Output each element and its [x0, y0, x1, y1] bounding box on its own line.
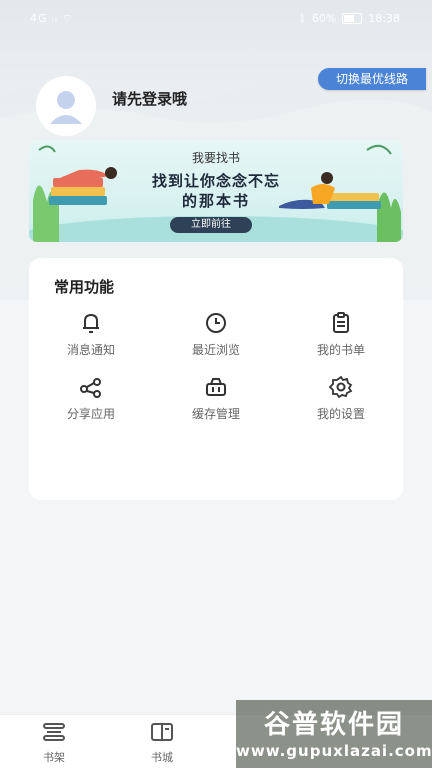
signal-indicators: 4G ᵢₗ ⌔	[30, 12, 74, 25]
site-watermark: 谷普软件园 www.gupuxlazai.com	[236, 700, 432, 768]
clock-icon	[206, 313, 226, 333]
cache-management-button[interactable]: 缓存管理	[166, 374, 266, 430]
my-settings-label: 我的设置	[316, 407, 365, 421]
clipboard-icon	[333, 312, 349, 333]
banner-title-line2: 的那本书	[181, 192, 250, 210]
battery-icon	[342, 13, 363, 24]
share-app-button[interactable]: 分享应用	[41, 374, 141, 430]
notifications-label: 消息通知	[66, 343, 115, 357]
gear-icon	[328, 375, 353, 399]
my-booklist-button[interactable]: 我的书单	[291, 310, 391, 366]
cache-management-label: 缓存管理	[191, 407, 240, 421]
avatar[interactable]	[36, 76, 96, 136]
status-right: ᛒ 60% 18:38	[299, 12, 400, 25]
recent-browsing-button[interactable]: 最近浏览	[166, 310, 266, 366]
section-title: 常用功能	[54, 278, 115, 296]
banner-subtitle: 我要找书	[191, 151, 240, 165]
go-now-button[interactable]: 立即前往	[170, 217, 252, 233]
nav-bookshelf[interactable]: 书架	[24, 721, 84, 765]
share-app-label: 分享应用	[66, 407, 115, 421]
find-book-banner[interactable]: 我要找书 找到让你念念不忘 的那本书 立即前往	[29, 140, 403, 242]
common-functions-card: 常用功能 消息通知 最近浏览 我的书单 分享应用 缓存管理 我的设置	[29, 258, 403, 500]
notifications-button[interactable]: 消息通知	[41, 310, 141, 366]
banner-title-line1: 找到让你念念不忘	[151, 172, 280, 190]
nav-bookstore[interactable]: 书城	[132, 721, 192, 765]
status-bar: 4G ᵢₗ ⌔ ᛒ 60% 18:38	[0, 0, 432, 36]
clock-time: 18:38	[368, 12, 400, 25]
switch-line-button[interactable]: 切换最优线路	[318, 68, 426, 90]
nav-bookshelf-label: 书架	[43, 751, 65, 764]
bluetooth-icon: ᛒ	[299, 12, 306, 25]
login-prompt[interactable]: 请先登录哦	[112, 88, 187, 109]
watermark-url: www.gupuxlazai.com	[236, 742, 432, 760]
my-booklist-label: 我的书单	[316, 343, 365, 357]
recent-browsing-label: 最近浏览	[191, 343, 240, 357]
bell-icon	[83, 313, 99, 333]
user-avatar-icon	[50, 91, 82, 124]
my-settings-button[interactable]: 我的设置	[291, 374, 391, 430]
open-book-icon	[151, 723, 173, 741]
basket-icon	[206, 378, 226, 396]
nav-bookstore-label: 书城	[151, 751, 173, 764]
watermark-title: 谷普软件园	[263, 710, 404, 740]
battery-percent: 60%	[311, 12, 337, 25]
bookshelf-icon	[43, 723, 65, 741]
share-icon	[80, 378, 101, 398]
